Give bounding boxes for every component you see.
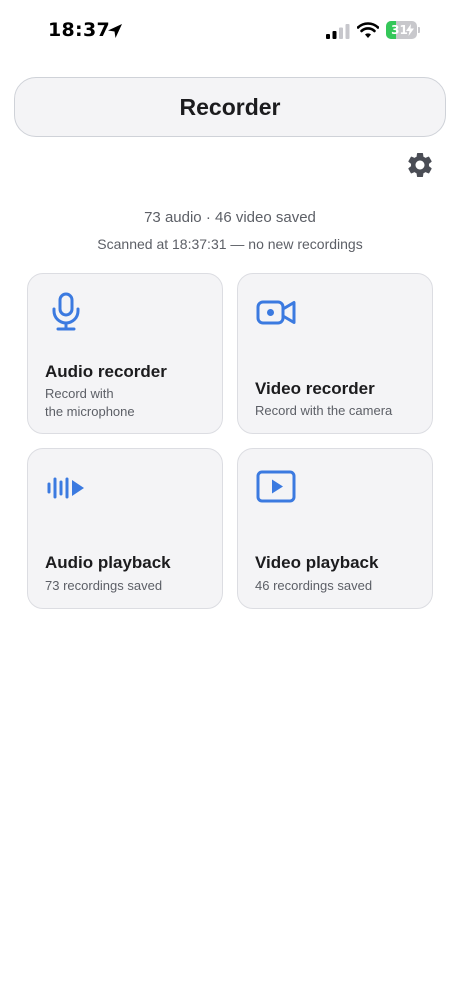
card-title: Audio recorder — [45, 362, 167, 381]
location-arrow-icon — [108, 24, 122, 38]
gear-icon — [408, 153, 432, 177]
battery-cap — [418, 27, 420, 33]
scan-status: Scanned at 18:37:31 — no new recordings — [97, 236, 363, 252]
video-recorder-card[interactable]: Video recorder Record with the camera — [237, 273, 433, 434]
card-subtitle-line: Record with — [45, 386, 114, 401]
title-bar: Recorder — [14, 77, 446, 137]
card-subtitle: 73 recordings saved — [45, 578, 163, 593]
video-camera-icon — [256, 300, 296, 325]
microphone-icon — [52, 292, 80, 331]
screen: 18:37 31 Recorder 73 audio · 46 video sa… — [0, 0, 460, 997]
charging-bolt-icon — [406, 24, 414, 36]
card-subtitle-line: the microphone — [45, 404, 135, 419]
page-title: Recorder — [179, 93, 281, 120]
audio-recorder-card[interactable]: Audio recorder Record with the microphon… — [27, 273, 223, 434]
battery-indicator: 31 — [386, 21, 420, 39]
card-title: Audio playback — [45, 553, 171, 572]
wifi-icon — [357, 22, 379, 38]
card-subtitle: Record with the microphone — [45, 385, 135, 421]
card-subtitle: Record with the camera — [255, 403, 393, 418]
card-title: Video playback — [255, 553, 379, 572]
video-playback-card[interactable]: Video playback 46 recordings saved — [237, 448, 433, 609]
recordings-summary: 73 audio · 46 video saved — [144, 209, 316, 226]
status-time: 18:37 — [48, 19, 110, 41]
cellular-signal-icon — [326, 24, 350, 39]
card-subtitle: 46 recordings saved — [255, 578, 373, 593]
audio-playback-card[interactable]: Audio playback 73 recordings saved — [27, 448, 223, 609]
play-screen-icon — [256, 470, 296, 503]
card-title: Video recorder — [255, 379, 375, 398]
status-bar: 18:37 31 — [0, 0, 460, 62]
waveform-play-icon — [47, 477, 84, 499]
settings-button[interactable] — [403, 148, 437, 182]
battery-body: 31 — [386, 21, 417, 39]
